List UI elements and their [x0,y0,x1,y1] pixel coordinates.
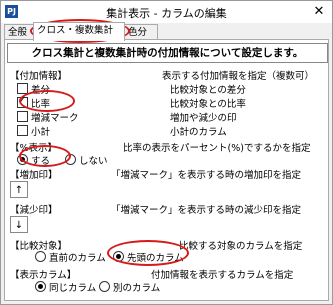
mark-desc: 増加や減少の印 [170,113,237,124]
tab-bar: 全般 クロス・複数集計 色分け [4,22,330,53]
increase-mark-input[interactable]: ↑ [10,181,28,198]
radio-label: 別のカラム [113,283,161,294]
ratio-desc: 比較対象との比率 [170,99,246,110]
close-icon[interactable]: ✕ [311,4,327,20]
decrease-description: 「増減マーク」を表示する時の減少印を指定 [111,205,302,216]
radio-icon[interactable] [35,251,46,262]
addinfo-description: 表示する付加情報を指定（複数可） [162,71,315,82]
description-banner: クロス集計と複数集計時の付加情報について設定します。 [7,43,328,63]
checkbox-subtotal[interactable]: 小計 [17,124,51,138]
radio-label: 直前のカラム [49,253,106,264]
radio-selected-icon[interactable] [35,281,46,292]
radio-compare-previous[interactable]: 直前のカラム [35,250,106,264]
radio-same-column[interactable]: 同じカラム [35,280,96,294]
display-column-description: 付加情報を表示するカラムを指定 [151,270,294,281]
radio-icon[interactable] [99,281,110,292]
window-title: 集計表示 - カラムの編集 [106,7,227,20]
increase-label: 【増加印】 [10,170,58,181]
checkbox-label: 増減マーク [31,113,79,124]
radio-other-column[interactable]: 別のカラム [99,280,160,294]
percent-description: 比率の表示をパーセント(%)でするかを指定 [123,143,311,154]
decrease-mark-input[interactable]: ↓ [10,216,28,233]
highlight-oval-percent [19,145,71,167]
addinfo-label: 【付加情報】 [10,71,68,82]
decrease-label: 【減少印】 [10,205,58,216]
radio-label: しない [79,156,108,167]
radio-label: 同じカラム [49,283,97,294]
increase-description: 「増減マーク」を表示する時の増加印を指定 [111,170,302,181]
compare-description: 比較する対象のカラムを指定 [179,241,303,252]
subtotal-desc: 小計のカラム [170,127,227,138]
diff-desc: 比較対象との差分 [170,85,246,96]
checkbox-icon[interactable] [17,125,28,136]
dialog-window: PJ 集計表示 - カラムの編集 ✕ 全般 クロス・複数集計 色分け クロス集計… [0,0,333,305]
tab-cross-multi[interactable]: クロス・複数集計 [33,22,125,41]
checkbox-icon[interactable] [17,111,28,122]
highlight-oval-ratio [19,90,75,112]
display-column-label: 【表示カラム】 [10,270,77,281]
title-bar: PJ 集計表示 - カラムの編集 ✕ [1,1,332,23]
highlight-oval-compare [107,240,189,266]
checkbox-label: 小計 [31,127,51,138]
radio-percent-off[interactable]: しない [65,153,108,167]
